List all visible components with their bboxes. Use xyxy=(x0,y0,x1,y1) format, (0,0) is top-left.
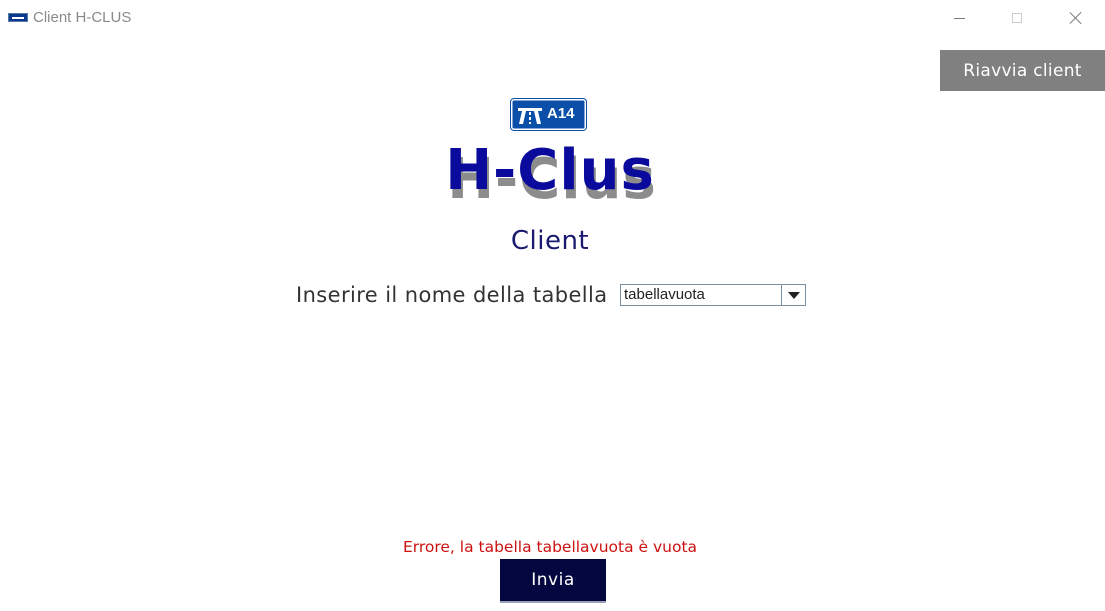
restart-client-button[interactable]: Riavvia client xyxy=(940,50,1105,91)
app-icon xyxy=(8,13,28,22)
minimize-button[interactable] xyxy=(936,0,982,36)
app-title: H-Clus H-Clus xyxy=(360,138,740,214)
motorway-sign-logo: A14 xyxy=(511,99,586,130)
close-button[interactable] xyxy=(1053,0,1099,36)
logo-text: A14 xyxy=(547,105,575,122)
maximize-icon xyxy=(1012,13,1022,23)
submit-button[interactable]: Invia xyxy=(500,559,606,603)
motorway-icon xyxy=(518,108,542,124)
window-title: Client H-CLUS xyxy=(33,9,132,26)
maximize-button[interactable] xyxy=(994,0,1040,36)
dropdown-button[interactable] xyxy=(781,285,805,305)
chevron-down-icon xyxy=(787,291,800,299)
minimize-icon xyxy=(953,17,965,19)
app-subtitle: Client xyxy=(510,226,590,256)
title-bar[interactable]: Client H-CLUS xyxy=(0,0,1105,36)
table-name-label: Inserire il nome della tabella xyxy=(296,283,608,307)
table-name-select-value: tabellavuota xyxy=(624,286,705,303)
error-message: Errore, la tabella tabellavuota è vuota xyxy=(402,538,698,556)
close-icon xyxy=(1069,11,1083,25)
table-name-select[interactable]: tabellavuota xyxy=(620,284,806,306)
app-title-text: H-Clus xyxy=(445,138,655,203)
app-window: Client H-CLUS Riavvia client A14 H-Clus … xyxy=(0,0,1105,611)
